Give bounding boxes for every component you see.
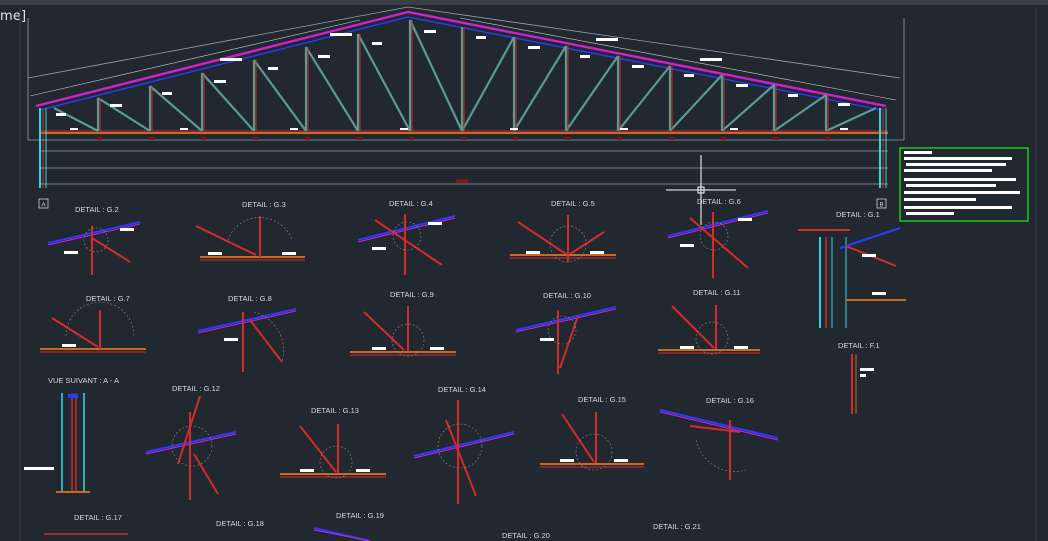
detail-label-g17: DETAIL : G.17 xyxy=(74,513,122,522)
section-label-a-a: VUE SUIVANT : A - A xyxy=(48,376,119,385)
detail-label-g21: DETAIL : G.21 xyxy=(653,522,701,531)
truss-elevation[interactable]: A B xyxy=(27,6,905,209)
detail-g5[interactable] xyxy=(510,215,616,263)
roof-line-right xyxy=(459,17,897,101)
detail-g7[interactable] xyxy=(40,301,146,353)
detail-label-g12: DETAIL : G.12 xyxy=(172,384,220,393)
detail-g3[interactable] xyxy=(195,216,305,261)
detail-g2[interactable] xyxy=(47,221,141,275)
detail-g10[interactable] xyxy=(515,306,617,374)
detail-label-g11: DETAIL : G.11 xyxy=(693,288,740,297)
detail-label-g10: DETAIL : G.10 xyxy=(543,291,591,300)
detail-label-g15: DETAIL : G.15 xyxy=(578,395,626,404)
grid-tag-b-text: B xyxy=(879,203,883,209)
detail-g4[interactable] xyxy=(357,214,456,275)
detail-label-g2: DETAIL : G.2 xyxy=(75,205,119,214)
lower-dimension-lines xyxy=(28,139,904,185)
roof-line-left xyxy=(29,19,361,97)
detail-g1[interactable] xyxy=(798,227,906,328)
detail-g11[interactable] xyxy=(658,305,760,355)
detail-label-g18: DETAIL : G.18 xyxy=(216,519,264,528)
detail-g16[interactable] xyxy=(659,409,779,480)
detail-label-g7: DETAIL : G.7 xyxy=(86,294,130,303)
drawing-canvas[interactable]: A B DETAIL: G.2 DETAIL: G.3 DETAIL: G… xyxy=(0,5,1048,541)
detail-g9[interactable] xyxy=(350,306,456,357)
detail-label-g1: DETAIL : G.1 xyxy=(836,210,880,219)
detail-g8[interactable] xyxy=(197,308,297,372)
grid-tag-a-text: A xyxy=(41,203,45,209)
detail-g19[interactable] xyxy=(313,527,371,541)
detail-label-g20: DETAIL : G.20 xyxy=(502,531,550,540)
web-members-red xyxy=(99,20,829,131)
detail-g13[interactable] xyxy=(280,424,386,479)
notes-box xyxy=(899,147,1029,222)
detail-label-g5: DETAIL : G.5 xyxy=(551,199,595,208)
detail-g14[interactable] xyxy=(413,400,515,504)
detail-label-g13: DETAIL : G.13 xyxy=(311,406,359,415)
crosshair-cursor-icon xyxy=(666,155,736,225)
detail-label-g14: DETAIL : G.14 xyxy=(438,385,486,394)
section-view-a-a[interactable] xyxy=(24,393,90,493)
detail-label-f1: DETAIL : F.1 xyxy=(838,341,880,350)
detail-label-g8: DETAIL : G.8 xyxy=(228,294,272,303)
detail-label-g4: DETAIL : G.4 xyxy=(389,199,433,208)
detail-g12[interactable] xyxy=(145,395,237,500)
detail-label-g3: DETAIL : G.3 xyxy=(242,200,286,209)
detail-f1[interactable] xyxy=(851,354,874,414)
detail-g15[interactable] xyxy=(540,412,644,471)
detail-label-g9: DETAIL : G.9 xyxy=(390,290,434,299)
detail-label-g19: DETAIL : G.19 xyxy=(336,511,384,520)
detail-label-g16: DETAIL : G.16 xyxy=(706,396,754,405)
